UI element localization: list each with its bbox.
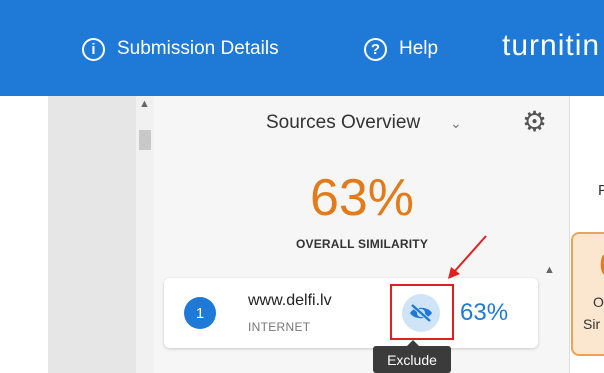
sources-overview-dropdown[interactable]: Sources Overview (266, 112, 420, 134)
right-similarity-card[interactable]: 6 O Sir (571, 232, 604, 356)
top-bar: i Submission Details ? Help turnitin (0, 0, 604, 96)
panel-header: Sources Overview ⌄ ⚙ (154, 96, 570, 152)
overall-similarity-value: 63% (309, 169, 415, 227)
eye-slash-icon (410, 303, 432, 323)
chevron-down-icon[interactable]: ⌄ (450, 115, 462, 132)
exclude-tooltip: Exclude (373, 340, 451, 373)
submission-details-label: Submission Details (117, 38, 279, 59)
info-circle-icon: i (82, 37, 105, 61)
right-panel: F 6 O Sir (571, 96, 604, 373)
question-circle-icon: ? (364, 37, 387, 61)
scrollbar-thumb[interactable] (139, 130, 151, 150)
left-gutter (48, 96, 136, 373)
right-panel-text: F (598, 182, 604, 199)
sources-panel: Sources Overview ⌄ ⚙ 63% OVERALL SIMILAR… (154, 96, 570, 373)
source-card[interactable]: 1 www.delfi.lv INTERNET 63% (164, 278, 538, 348)
right-card-value: 6 (599, 246, 604, 285)
source-index-badge: 1 (184, 297, 216, 329)
submission-details-button[interactable]: i Submission Details (82, 35, 279, 63)
source-type: INTERNET (248, 320, 311, 334)
brand-logo: turnitin (502, 29, 601, 62)
source-percentage: 63% (460, 299, 509, 326)
help-button[interactable]: ? Help (364, 35, 438, 63)
outer-scrollbar[interactable]: ▲ (136, 96, 154, 373)
scroll-up-icon[interactable]: ▲ (139, 98, 150, 110)
right-card-label-1: O (593, 294, 604, 310)
overall-similarity-label: OVERALL SIMILARITY (295, 237, 429, 251)
source-name[interactable]: www.delfi.lv (248, 292, 332, 310)
list-scroll-up-icon[interactable]: ▲ (544, 264, 555, 276)
right-card-label-2: Sir (583, 316, 601, 332)
gear-icon[interactable]: ⚙ (522, 108, 547, 136)
help-label: Help (399, 38, 439, 59)
exclude-button[interactable] (402, 294, 440, 332)
annotation-arrow-icon (448, 235, 487, 279)
